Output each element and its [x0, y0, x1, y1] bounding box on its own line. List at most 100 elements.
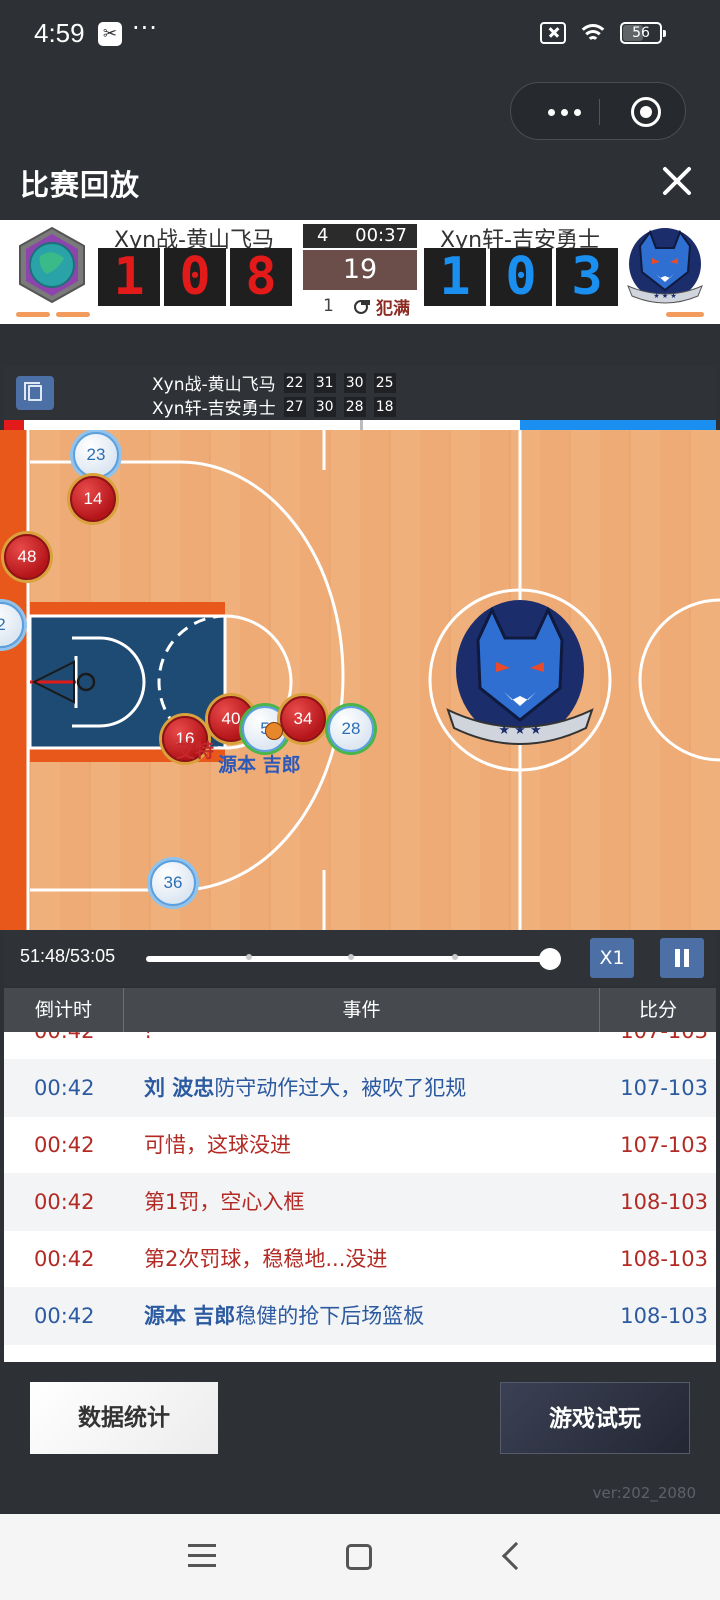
event-time: 00:42	[34, 1133, 95, 1157]
system-nav-bar	[0, 1514, 720, 1600]
close-miniprogram-icon[interactable]	[631, 97, 661, 127]
event-time: 00:42	[34, 1076, 95, 1100]
copy-icon[interactable]	[16, 376, 54, 410]
quarter-score: 22	[283, 372, 306, 393]
event-row: 00:42 刘 波忠防守动作过大，被吹了犯规 107-103	[4, 1059, 716, 1117]
svg-text:★ ★ ★: ★ ★ ★	[498, 723, 541, 738]
away-team-wolf-logo: ★ ★ ★	[627, 228, 703, 304]
away-score-digit: 0	[490, 248, 552, 306]
capcut-app-icon: ✂	[98, 22, 122, 46]
capsule-divider	[599, 99, 600, 125]
status-bar: 4:59 ✂ ··· 56	[0, 0, 720, 72]
whistle-icon	[354, 300, 370, 314]
basketball-icon	[265, 722, 283, 740]
speed-button[interactable]: X1	[590, 938, 634, 978]
quarter-score-row: Xyn战-黄山飞马 22 31 30 25	[152, 370, 396, 395]
event-text: !	[144, 1032, 584, 1060]
quarter-score: 28	[343, 396, 366, 417]
menu-icon[interactable]	[188, 1544, 216, 1568]
event-description: 第2次罚球，稳稳地...没进	[144, 1247, 388, 1271]
game-trial-button[interactable]: 游戏试玩	[500, 1382, 690, 1454]
event-score: 107-103	[620, 1076, 708, 1100]
player-marker[interactable]: 28	[328, 706, 374, 752]
quarter-number: 4	[317, 225, 329, 246]
home-score-digit: 8	[230, 248, 292, 306]
event-score: 108-103	[620, 1190, 708, 1214]
version-text: ver:202_2080	[592, 1484, 696, 1502]
basketball-court: ★ ★ ★ 23 14 48 2 40 16 5 34 28 36 艾特 源本 …	[0, 430, 720, 930]
back-icon[interactable]	[501, 1541, 531, 1571]
game-clock: 4 00:37	[303, 224, 417, 248]
quarter-score: 27	[283, 396, 306, 417]
page-title: 比赛回放	[20, 168, 141, 202]
events-table-header: 倒计时 事件 比分	[4, 988, 716, 1032]
event-text: 刘 波忠防守动作过大，被吹了犯规	[144, 1059, 584, 1117]
player-marker[interactable]: 48	[4, 534, 50, 580]
event-player-name: 刘 波忠	[144, 1076, 215, 1100]
events-table-body[interactable]: 00:42! 107-103 00:42 刘 波忠防守动作过大，被吹了犯规 107-10…	[4, 1032, 716, 1362]
event-score: 108-103	[620, 1304, 708, 1328]
playback-time: 51:48/53:05	[20, 946, 116, 966]
event-score: 107-103	[620, 1133, 708, 1157]
miniprogram-capsule	[510, 82, 686, 140]
quarter-score-row: Xyn轩-吉安勇士 27 30 28 18	[152, 394, 396, 419]
home-possession	[4, 420, 24, 430]
event-time: 00:42	[34, 1304, 95, 1328]
quarter-score: 31	[313, 372, 336, 393]
quarter-score: 18	[373, 396, 396, 417]
player-marker[interactable]: 23	[73, 432, 119, 478]
player-marker[interactable]: 36	[150, 860, 196, 906]
slider-marker	[452, 954, 458, 960]
possession-midline	[360, 420, 363, 430]
battery-icon: 56	[620, 22, 666, 44]
event-text: 可惜，这球没进	[144, 1116, 584, 1174]
home-foul-indicator	[56, 312, 90, 317]
more-options-icon[interactable]	[539, 103, 589, 121]
notification-more-icon: ···	[132, 14, 158, 42]
event-row: 00:42 第2次罚球，稳稳地...没进 108-103	[4, 1230, 716, 1288]
scoreboard: Xyn战-黄山飞马 1 0 8 4 00:37 19 1 犯满 Xyn轩-吉安勇…	[0, 220, 720, 324]
home-team-logo	[19, 226, 85, 304]
quarter-score: 25	[373, 372, 396, 393]
quarter-score: 30	[343, 372, 366, 393]
event-time: 00:42	[34, 1247, 95, 1271]
possession-count: 1	[323, 296, 334, 316]
svg-text:★ ★ ★: ★ ★ ★	[653, 292, 676, 300]
clock-time: 00:37	[355, 225, 407, 246]
player-marker[interactable]: 34	[280, 696, 326, 742]
shot-clock: 19	[303, 250, 417, 290]
event-time: 00:42	[34, 1190, 95, 1214]
column-time: 倒计时	[4, 988, 124, 1032]
column-score: 比分	[638, 999, 677, 1021]
home-icon[interactable]	[346, 1544, 372, 1570]
close-button[interactable]	[660, 164, 694, 198]
away-possession	[520, 420, 716, 430]
player-name-label: 艾特	[176, 740, 215, 762]
event-description: 可惜，这球没进	[144, 1133, 291, 1157]
player-name-label: 源本 吉郎	[218, 754, 301, 776]
playback-controls: 51:48/53:05 X1	[4, 930, 716, 986]
possession-bar	[4, 420, 716, 430]
event-description: 第1罚，空心入框	[144, 1190, 305, 1214]
foul-status: 犯满	[376, 299, 410, 319]
home-score-digit: 0	[164, 248, 226, 306]
column-event: 事件	[124, 988, 600, 1032]
event-row: 00:42 第1罚，空心入框 108-103	[4, 1173, 716, 1231]
quarter-team-name: Xyn战-黄山飞马	[152, 375, 276, 395]
event-text: 源本 吉郎稳健的抢下后场篮板	[144, 1287, 584, 1345]
pause-button[interactable]	[660, 938, 704, 978]
event-text: 第2次罚球，稳稳地...没进	[144, 1230, 584, 1288]
quarter-team-name: Xyn轩-吉安勇士	[152, 399, 276, 419]
bottom-actions: 数据统计 游戏试玩	[0, 1362, 720, 1478]
status-time: 4:59	[34, 18, 85, 48]
event-player-name: 源本 吉郎	[144, 1304, 236, 1328]
event-row: 00:42 可惜，这球没进 107-103	[4, 1116, 716, 1174]
event-score: 107-103	[600, 1032, 708, 1060]
quarter-score: 30	[313, 396, 336, 417]
player-marker[interactable]: 14	[70, 476, 116, 522]
home-score-digit: 1	[98, 248, 160, 306]
slider-marker	[246, 954, 252, 960]
data-stats-button[interactable]: 数据统计	[30, 1382, 218, 1454]
wifi-icon	[576, 22, 610, 44]
slider-thumb[interactable]	[539, 948, 562, 970]
